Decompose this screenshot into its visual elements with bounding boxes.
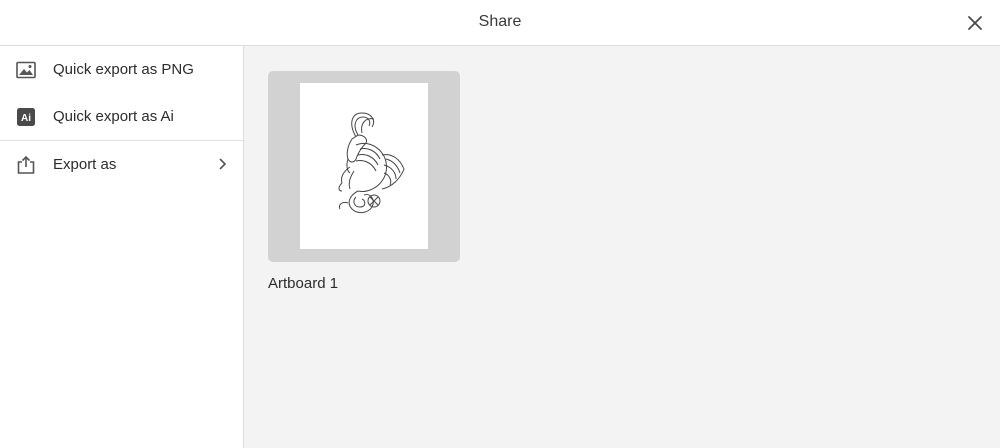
artboard-thumbnail xyxy=(300,83,428,249)
dialog-title: Share xyxy=(478,13,522,30)
artboard-thumbnail-frame xyxy=(268,71,460,262)
dialog-header: Share xyxy=(0,0,1000,46)
artboard-label: Artboard 1 xyxy=(268,275,339,292)
share-export-icon xyxy=(16,155,36,175)
image-icon xyxy=(16,60,36,80)
quick-export-ai-label: Quick export as Ai xyxy=(53,108,174,125)
artboards-panel: Artboard 1 xyxy=(244,46,1000,448)
export-as-label: Export as xyxy=(53,156,117,173)
close-icon xyxy=(968,16,982,30)
export-as-item[interactable]: Export as xyxy=(0,141,243,188)
ai-file-icon: Ai xyxy=(16,107,36,127)
quick-export-png-label: Quick export as PNG xyxy=(53,61,194,78)
close-button[interactable] xyxy=(964,12,986,34)
ai-icon-text: Ai xyxy=(21,113,31,124)
quick-export-png-item[interactable]: Quick export as PNG xyxy=(0,46,243,93)
chevron-right-icon xyxy=(219,158,227,170)
goat-drawing-icon xyxy=(338,112,405,214)
share-sidebar: Quick export as PNG Ai Quick export as A… xyxy=(0,46,244,448)
artboard-card[interactable]: Artboard 1 xyxy=(268,71,460,292)
quick-export-ai-item[interactable]: Ai Quick export as Ai xyxy=(0,93,243,140)
